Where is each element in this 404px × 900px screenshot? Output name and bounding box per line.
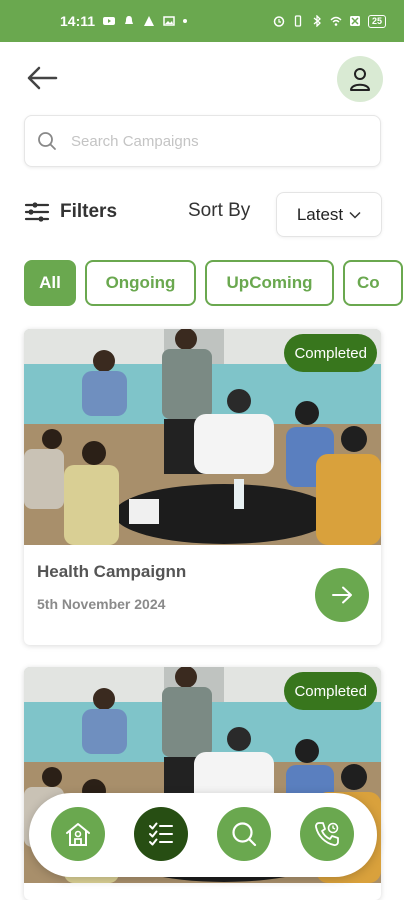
sim-icon	[349, 16, 360, 26]
alarm-icon	[273, 16, 285, 27]
nav-home-button[interactable]	[51, 807, 105, 861]
vibrate-icon	[294, 15, 302, 27]
checklist-icon	[149, 822, 173, 846]
sort-by-label: Sort By	[188, 200, 251, 221]
image-icon	[163, 16, 175, 26]
status-badge: Completed	[284, 672, 377, 710]
search-bar[interactable]	[24, 115, 381, 167]
campaign-title: Health Campaignn	[37, 562, 187, 581]
nav-campaigns-button[interactable]	[134, 807, 188, 861]
filter-sliders-icon	[24, 202, 50, 222]
search-input[interactable]	[69, 131, 380, 151]
wifi-icon	[330, 16, 342, 26]
profile-button[interactable]	[337, 56, 383, 102]
chip-ongoing[interactable]: Ongoing	[85, 260, 196, 306]
chip-upcoming[interactable]: UpComing	[205, 260, 334, 306]
status-time: 14:11	[60, 13, 96, 29]
notification-icon	[125, 16, 134, 24]
search-icon	[232, 822, 257, 847]
status-filter-chips: All Ongoing UpComing Co	[24, 260, 404, 306]
sort-value: Latest	[296, 204, 344, 224]
arrow-right-icon	[332, 586, 352, 604]
filters-label: Filters	[60, 201, 118, 222]
nav-search-button[interactable]	[217, 807, 271, 861]
open-campaign-button[interactable]	[315, 568, 369, 622]
home-icon	[66, 823, 90, 846]
bottom-navigation	[29, 793, 377, 877]
youtube-icon	[103, 17, 116, 25]
user-icon	[350, 68, 370, 91]
phone-call-icon	[315, 822, 339, 846]
campaign-card[interactable]: Completed Health Campaignn 5th November …	[24, 329, 381, 645]
sort-dropdown[interactable]: Latest	[276, 192, 382, 237]
chip-completed[interactable]: Co	[343, 260, 403, 306]
back-button[interactable]	[24, 62, 60, 94]
arrow-left-icon	[27, 66, 58, 90]
nav-contact-button[interactable]	[300, 807, 354, 861]
bluetooth-icon	[313, 15, 321, 27]
chip-all[interactable]: All	[24, 260, 76, 306]
battery-indicator: 25	[367, 14, 386, 28]
campaign-image: Completed	[24, 329, 381, 545]
more-notifications-dot	[183, 19, 188, 23]
chevron-down-icon	[349, 211, 361, 219]
status-bar: 14:11 25	[0, 0, 404, 42]
warning-icon	[144, 16, 155, 26]
search-icon	[38, 132, 56, 150]
status-badge: Completed	[284, 334, 377, 372]
campaign-date: 5th November 2024	[37, 596, 166, 612]
filters-button[interactable]: Filters	[24, 196, 117, 228]
